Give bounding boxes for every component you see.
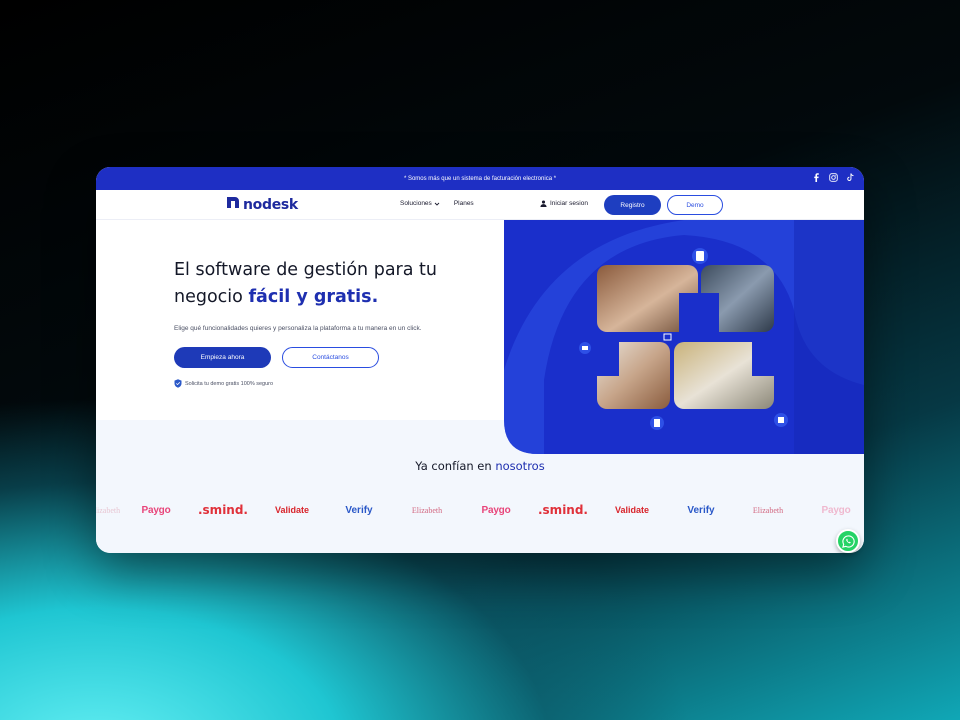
nav-soluciones[interactable]: Soluciones <box>400 200 440 207</box>
main-navbar: nodesk Soluciones Planes Iniciar sesion … <box>96 190 864 220</box>
start-now-button[interactable]: Empieza ahora <box>174 347 271 368</box>
trust-title-prefix: Ya confían en <box>415 459 496 473</box>
hero-illustration <box>504 220 864 454</box>
logo-smind: .smind. <box>537 503 588 517</box>
login-label: Iniciar sesion <box>550 200 588 207</box>
nodesk-logo-icon <box>226 196 240 214</box>
logo-validate: Validate <box>614 505 650 515</box>
nav-links: Soluciones Planes <box>400 200 474 207</box>
hero-title-line2: negocio fácil y gratis. <box>174 284 474 311</box>
photo-worker-warehouse <box>701 265 774 332</box>
hero-title-accent: fácil y gratis. <box>248 287 379 307</box>
photo-woman-phone <box>674 342 774 409</box>
logo-verify: Verify <box>345 504 373 516</box>
trust-title: Ya confían en nosotros <box>96 459 864 473</box>
nav-soluciones-label: Soluciones <box>400 200 432 207</box>
hero-title: El software de gestión para tu negocio f… <box>174 257 474 311</box>
whatsapp-chat-button[interactable] <box>836 529 860 553</box>
social-links <box>811 172 856 183</box>
logo-elizabeth: Elizabeth <box>752 505 784 515</box>
client-logos-carousel: Elizabeth Paygo .smind. Validate Verify … <box>96 499 864 521</box>
logo-smind: .smind. <box>197 503 248 517</box>
logo-paygo: Paygo <box>481 504 511 516</box>
announcement-text: * Somos más que un sistema de facturació… <box>403 175 557 182</box>
secure-note: Solicita tu demo gratis 100% seguro <box>174 379 273 388</box>
logo-verify: Verify <box>687 504 715 516</box>
logo-elizabeth: Elizabeth <box>96 505 121 515</box>
tiktok-icon[interactable] <box>845 172 856 183</box>
logo-paygo: Paygo <box>821 504 851 516</box>
user-icon <box>540 200 547 207</box>
logo-paygo: Paygo <box>141 504 171 516</box>
logo-validate: Validate <box>274 505 310 515</box>
logo-elizabeth: Elizabeth <box>411 505 443 515</box>
register-button[interactable]: Registro <box>604 195 661 215</box>
chevron-down-icon <box>434 202 440 206</box>
secure-note-text: Solicita tu demo gratis 100% seguro <box>185 380 274 387</box>
instagram-icon[interactable] <box>828 172 839 183</box>
whatsapp-icon <box>841 534 855 548</box>
demo-button[interactable]: Demo <box>667 195 723 215</box>
browser-page: * Somos más que un sistema de facturació… <box>96 167 864 553</box>
hero-subtitle: Elige qué funcionalidades quieres y pers… <box>174 325 422 332</box>
brand-logo[interactable]: nodesk <box>226 196 298 214</box>
photo-woman-reading <box>597 342 670 409</box>
photo-woman-salon <box>597 265 698 332</box>
shield-check-icon <box>174 379 182 388</box>
trust-title-accent: nosotros <box>495 459 545 473</box>
login-link[interactable]: Iniciar sesion <box>540 200 588 207</box>
contact-button[interactable]: Contáctanos <box>282 347 379 368</box>
announcement-bar: * Somos más que un sistema de facturació… <box>96 167 864 190</box>
nav-planes[interactable]: Planes <box>454 200 474 207</box>
hero-title-line1: El software de gestión para tu <box>174 260 437 280</box>
logo-text: nodesk <box>243 197 298 213</box>
facebook-icon[interactable] <box>811 172 822 183</box>
hero-title-prefix: negocio <box>174 287 249 307</box>
